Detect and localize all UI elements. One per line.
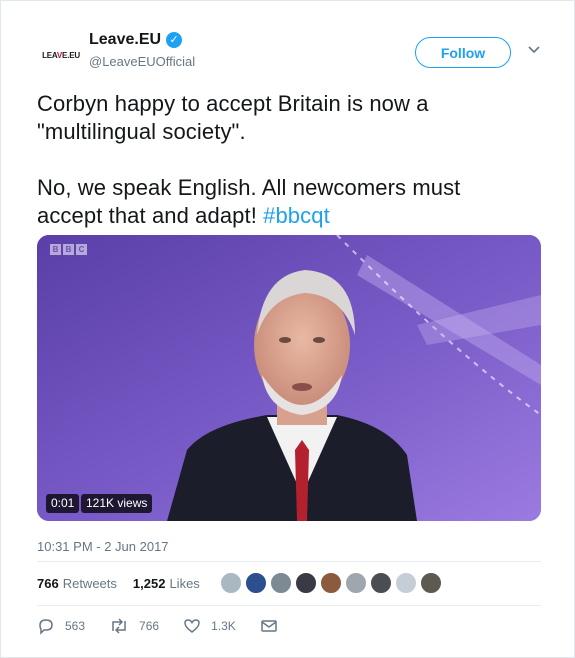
avatar[interactable] <box>319 572 342 594</box>
logo-block: C <box>76 244 87 255</box>
user-handle[interactable]: @LeaveEUOfficial <box>89 54 195 69</box>
reply-button[interactable]: 563 <box>37 617 85 635</box>
like-count: 1.3K <box>211 619 236 633</box>
liker-avatars <box>219 572 445 594</box>
tweet-actions: 563 766 1.3K <box>37 615 312 637</box>
like-button[interactable]: 1.3K <box>183 617 236 635</box>
retweets-stat[interactable]: 766 Retweets <box>37 576 117 591</box>
tweet-header: LEAVE.EU Leave.EU ✓ @LeaveEUOfficial Foll… <box>27 27 557 87</box>
retweet-icon <box>112 618 126 634</box>
reply-icon <box>39 619 53 635</box>
tweet-text: Corbyn happy to accept Britain is now a … <box>37 90 547 230</box>
tweet-line: "multilingual society". <box>37 119 246 144</box>
tweet-line: accept that and adapt! #bbcqt <box>37 203 330 228</box>
divider <box>37 605 541 606</box>
avatar-logo: LEAVE.EU <box>42 50 80 60</box>
video-player[interactable]: B B C 0:01 121K views <box>37 235 541 521</box>
reply-count: 563 <box>65 619 86 633</box>
tweet-stats: 766 Retweets 1,252 Likes <box>37 571 445 595</box>
verified-badge-icon: ✓ <box>166 32 183 48</box>
bbc-logo: B B C <box>50 244 87 255</box>
tweet-card: LEAVE.EU Leave.EU ✓ @LeaveEUOfficial Foll… <box>0 0 575 658</box>
name-block: Leave.EU ✓ @LeaveEUOfficial <box>89 31 195 69</box>
heart-icon <box>184 619 200 633</box>
retweet-button[interactable]: 766 <box>109 617 159 635</box>
video-views: 121K views <box>81 494 153 513</box>
tweet-line: Corbyn happy to accept Britain is now a <box>37 91 429 116</box>
logo-block: B <box>50 244 61 255</box>
display-name[interactable]: Leave.EU <box>89 31 161 49</box>
avatar[interactable]: LEAVE.EU <box>35 37 87 73</box>
direct-message-button[interactable] <box>260 617 288 635</box>
hashtag-link[interactable]: #bbcqt <box>263 203 330 228</box>
avatar[interactable] <box>344 572 367 594</box>
follow-button[interactable]: Follow <box>415 37 511 68</box>
avatar[interactable] <box>219 572 242 594</box>
tweet-timestamp[interactable]: 10:31 PM - 2 Jun 2017 <box>37 539 169 554</box>
retweet-count: 766 <box>139 619 160 633</box>
chevron-down-icon[interactable] <box>527 43 541 57</box>
avatar[interactable] <box>269 572 292 594</box>
avatar[interactable] <box>369 572 392 594</box>
logo-block: B <box>63 244 74 255</box>
avatar[interactable] <box>419 572 442 594</box>
video-frame <box>37 235 541 521</box>
likes-stat[interactable]: 1,252 Likes <box>133 576 200 591</box>
tweet-line: No, we speak English. All newcomers must <box>37 175 461 200</box>
video-duration: 0:01 <box>46 494 80 513</box>
avatar[interactable] <box>294 572 317 594</box>
divider <box>37 561 541 562</box>
avatar[interactable] <box>394 572 417 594</box>
envelope-icon <box>261 620 277 632</box>
avatar[interactable] <box>244 572 267 594</box>
